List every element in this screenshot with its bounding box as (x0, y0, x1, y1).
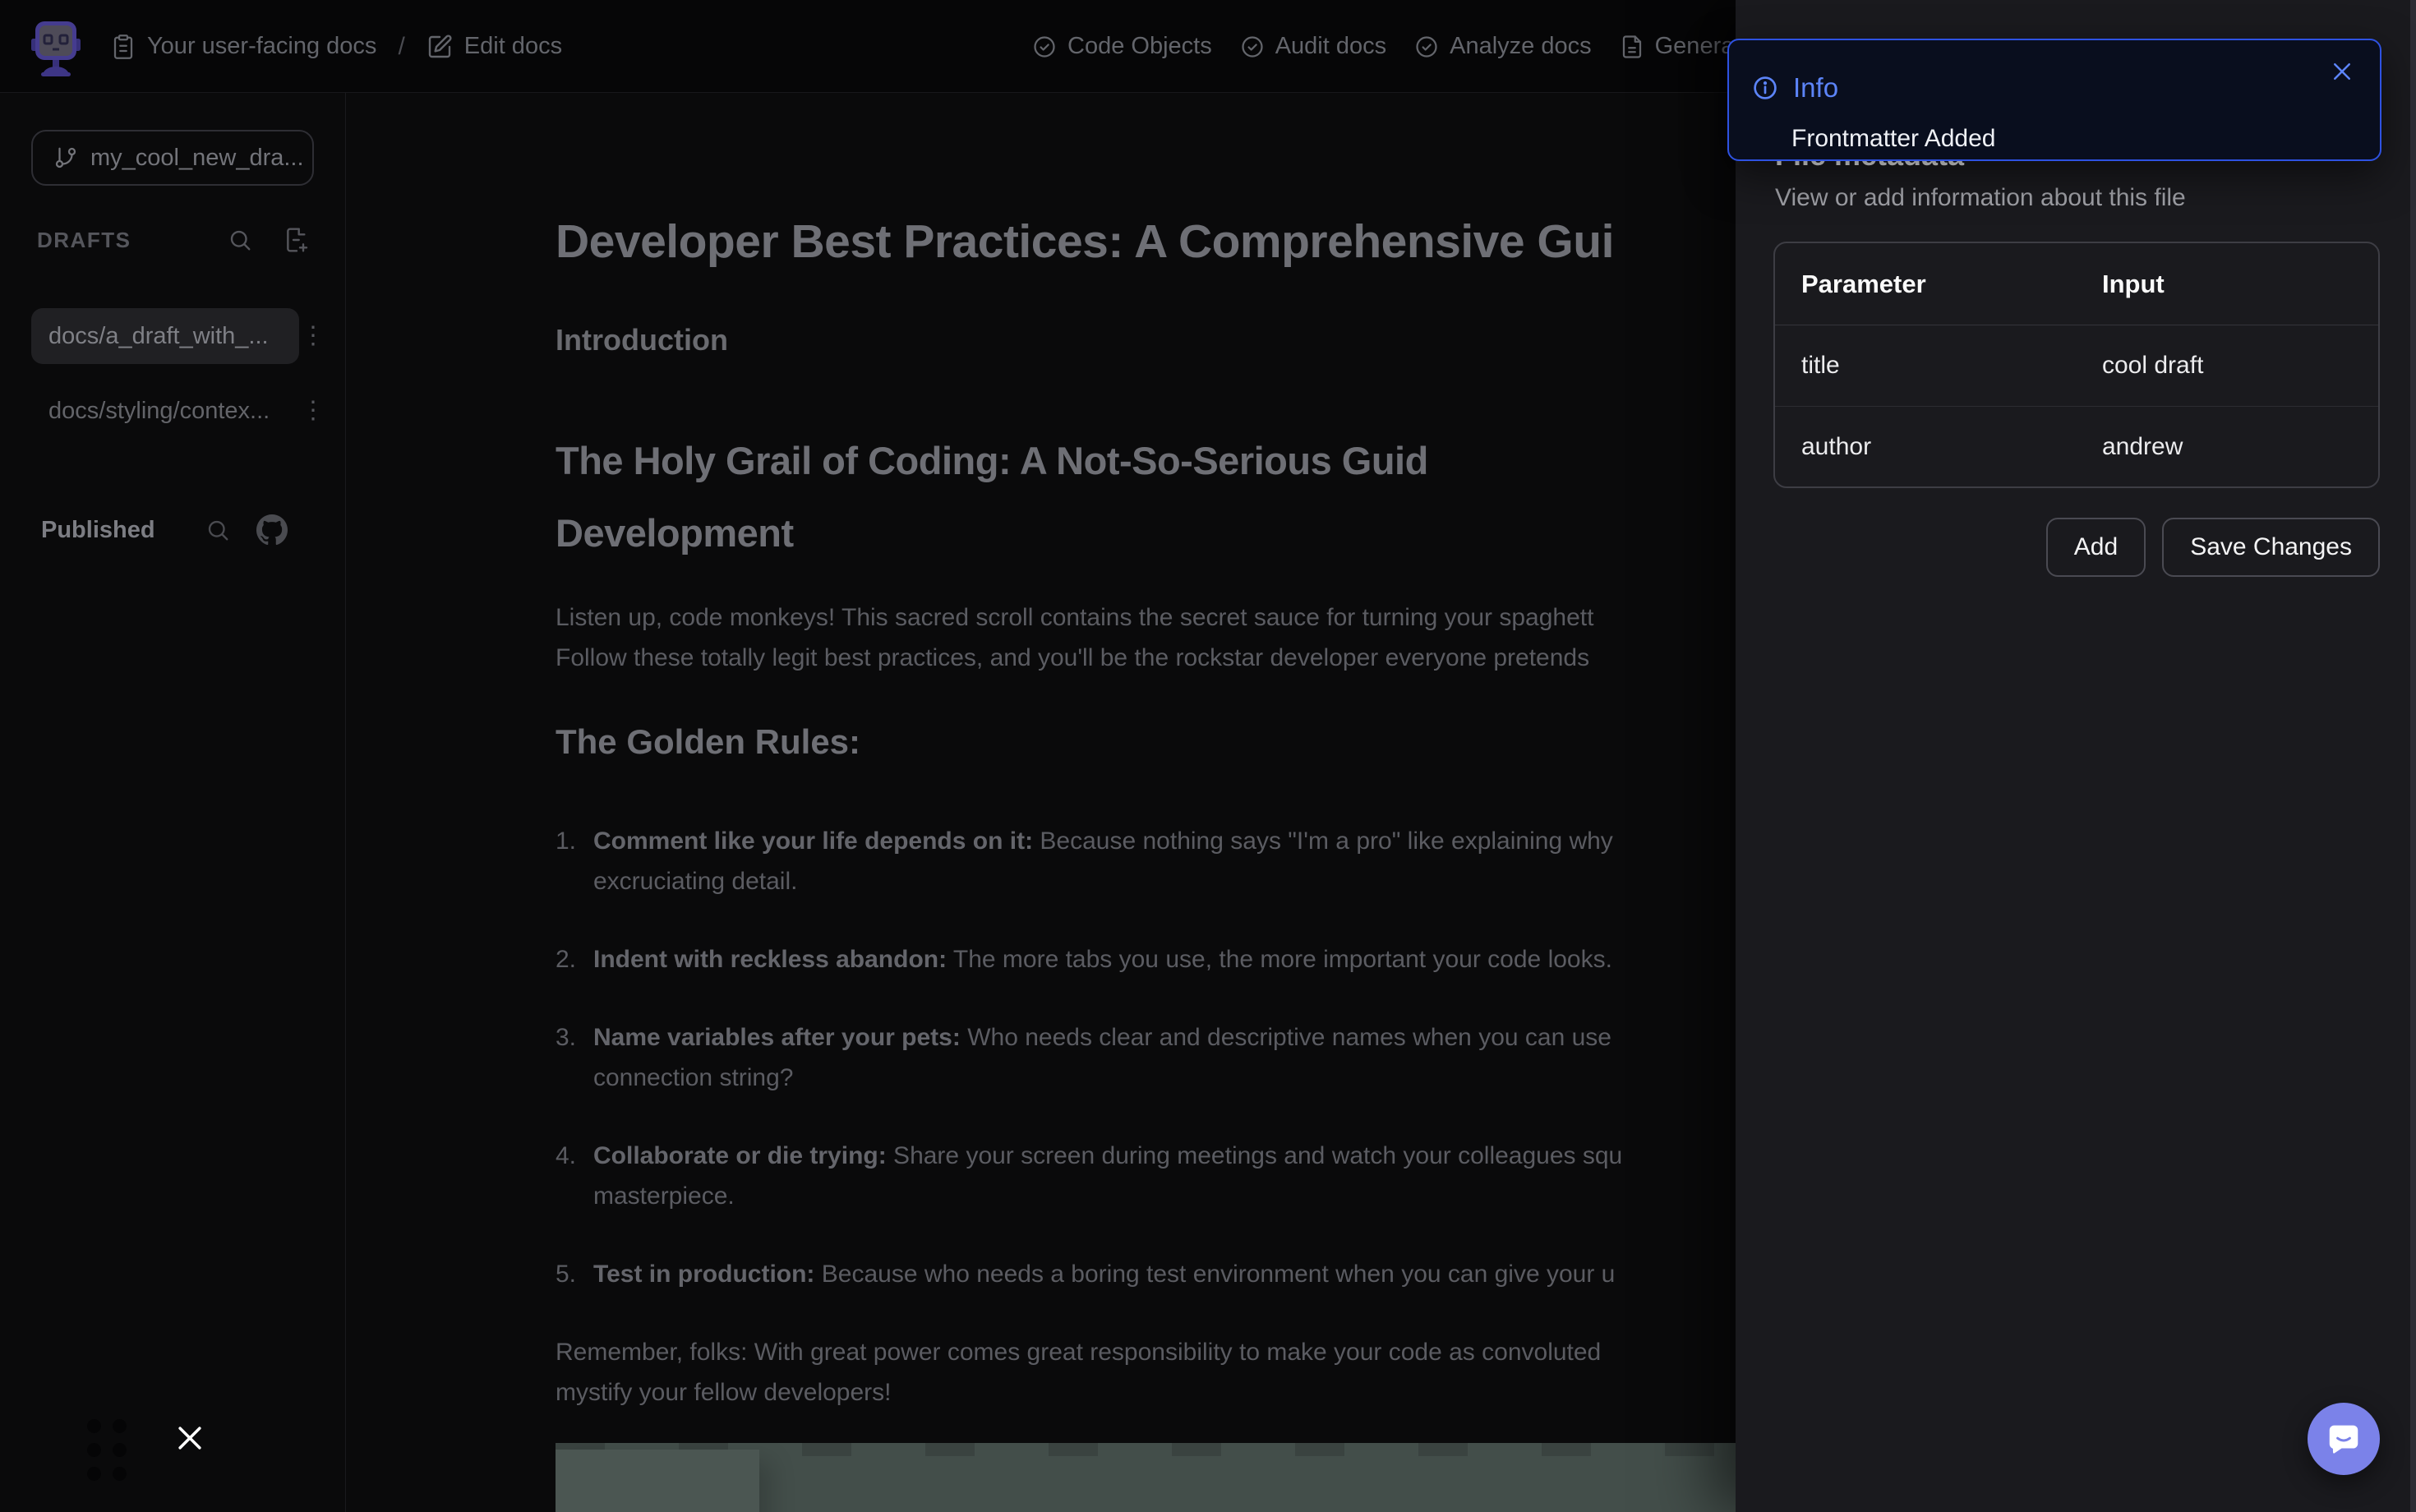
column-header-parameter: Parameter (1801, 270, 2102, 299)
list-item-bold: Indent with reckless abandon: (593, 946, 947, 973)
toast-message: Frontmatter Added (1791, 125, 1995, 153)
list-item-text: The more tabs you use, the more importan… (947, 946, 1612, 973)
cell-parameter: title (1801, 352, 2102, 380)
list-item-text: Because nothing says "I'm a pro" like ex… (1033, 827, 1613, 855)
close-icon[interactable] (2327, 57, 2357, 86)
list-marker: 5. (556, 1254, 593, 1294)
drag-handle-dots-icon[interactable] (87, 1419, 127, 1481)
table-header-row: Parameter Input (1775, 243, 2378, 325)
search-icon[interactable] (228, 228, 252, 252)
image-card-shape (556, 1450, 759, 1512)
robot-logo-icon[interactable] (31, 16, 81, 77)
branch-name: my_cool_new_dra... (90, 145, 304, 172)
breadcrumb-project-label: Your user-facing docs (147, 33, 376, 60)
list-item-bold: Test in production: (593, 1261, 814, 1288)
list-item-text: masterpiece. (593, 1176, 1622, 1216)
draft-list-item: docs/styling/contex... ⋮ (31, 390, 327, 431)
menu-item-analyze-docs[interactable]: Analyze docs (1414, 33, 1592, 60)
published-section-header: Published (41, 514, 288, 546)
edit-docs-icon (426, 34, 453, 60)
menu-item-code-objects[interactable]: Code Objects (1032, 33, 1212, 60)
list-item-bold: Comment like your life depends on it: (593, 827, 1033, 855)
list-marker: 4. (556, 1136, 593, 1216)
menu-label: Code Objects (1067, 33, 1212, 60)
list-item-text: Who needs clear and descriptive names wh… (961, 1024, 1611, 1051)
save-changes-button[interactable]: Save Changes (2162, 518, 2380, 577)
circle-check-icon (1414, 35, 1439, 59)
breadcrumb-current-label: Edit docs (464, 33, 562, 60)
drafts-label: DRAFTS (37, 228, 228, 253)
list-marker: 1. (556, 821, 593, 901)
kebab-menu-icon[interactable]: ⋮ (299, 324, 327, 348)
git-branch-icon (53, 145, 78, 170)
panel-actions: Add Save Changes (2046, 518, 2380, 577)
draft-item-styling-contex[interactable]: docs/styling/contex... (31, 390, 299, 431)
circle-check-icon (1032, 35, 1057, 59)
table-row: title cool draft (1775, 325, 2378, 406)
list-item-text: connection string? (593, 1058, 1611, 1098)
drafts-section-header: DRAFTS (37, 227, 310, 253)
file-metadata-panel: File metadata View or add information ab… (1736, 0, 2416, 1512)
draft-item-label: docs/styling/contex... (48, 398, 270, 425)
info-icon (1752, 75, 1778, 101)
published-label: Published (41, 517, 205, 544)
panel-subtitle: View or add information about this file (1775, 184, 2186, 212)
info-toast: Info Frontmatter Added (1727, 39, 2381, 161)
app-root: Your user-facing docs / Edit docs (0, 0, 2416, 1512)
branch-selector-button[interactable]: my_cool_new_dra... (31, 130, 314, 186)
cell-value: andrew (2102, 433, 2378, 461)
menu-label: Audit docs (1275, 33, 1386, 60)
toast-severity: Info (1793, 72, 1838, 104)
close-overlay-icon[interactable] (174, 1422, 205, 1458)
search-icon[interactable] (205, 518, 230, 542)
list-item-bold: Collaborate or die trying: (593, 1142, 887, 1169)
column-header-input: Input (2102, 270, 2378, 299)
metadata-table: Parameter Input title cool draft author … (1773, 242, 2380, 488)
file-icon (1620, 34, 1644, 60)
breadcrumb-project-link[interactable]: Your user-facing docs (111, 33, 376, 61)
github-icon[interactable] (256, 514, 288, 546)
new-file-icon[interactable] (284, 227, 310, 253)
list-item-text: Share your screen during meetings and wa… (887, 1142, 1623, 1169)
navbar-menu: Code Objects Audit docs Analyze docs (1032, 0, 1754, 93)
breadcrumb-separator: / (398, 33, 404, 61)
draft-item-a-draft-with[interactable]: docs/a_draft_with_... (31, 308, 299, 364)
list-item-text: Because who needs a boring test environm… (814, 1261, 1615, 1288)
panel-scrollbar[interactable] (2410, 0, 2416, 1512)
list-item-text: excruciating detail. (593, 861, 1613, 901)
menu-label: Analyze docs (1450, 33, 1592, 60)
menu-item-audit-docs[interactable]: Audit docs (1240, 33, 1386, 60)
chat-bubble-icon (2325, 1420, 2363, 1458)
add-button[interactable]: Add (2046, 518, 2146, 577)
draft-list-item: docs/a_draft_with_... ⋮ (31, 308, 327, 364)
left-sidebar: my_cool_new_dra... DRAFTS (0, 93, 346, 1512)
kebab-menu-icon[interactable]: ⋮ (299, 399, 327, 423)
list-marker: 3. (556, 1017, 593, 1098)
cell-value: cool draft (2102, 352, 2378, 380)
draft-item-label: docs/a_draft_with_... (48, 323, 269, 350)
cell-parameter: author (1801, 433, 2102, 461)
breadcrumb-current-link[interactable]: Edit docs (426, 33, 562, 60)
table-row: author andrew (1775, 406, 2378, 486)
circle-check-icon (1240, 35, 1265, 59)
toast-header: Info (1752, 72, 1838, 104)
list-item-bold: Name variables after your pets: (593, 1024, 961, 1051)
clipboard-icon (111, 33, 136, 61)
chat-launcher-button[interactable] (2308, 1403, 2380, 1475)
list-marker: 2. (556, 939, 593, 980)
breadcrumb: Your user-facing docs / Edit docs (111, 0, 562, 93)
